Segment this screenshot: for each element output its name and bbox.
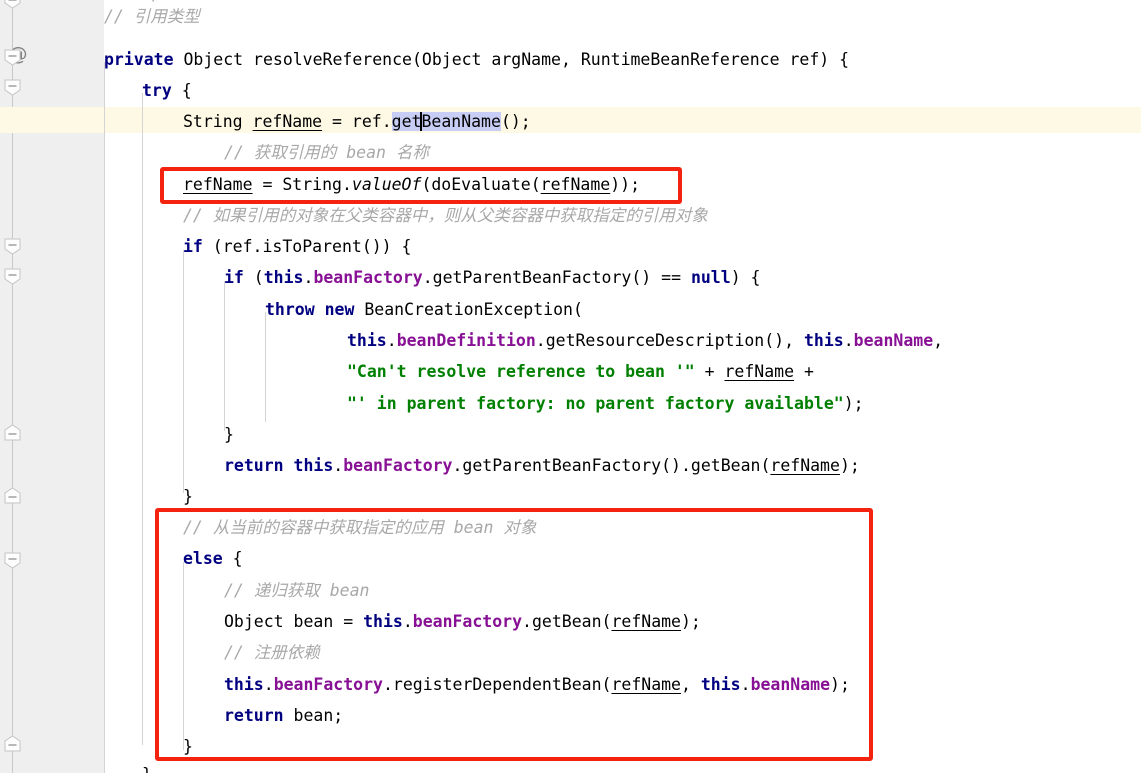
code-line-comment[interactable]: // 注册依赖 <box>224 640 320 666</box>
indent-guide <box>142 93 143 745</box>
fold-marker-end[interactable] <box>4 487 21 504</box>
code-line-if-toparent[interactable]: if (ref.isToParent()) { <box>183 234 412 260</box>
fold-marker-start[interactable] <box>4 238 21 255</box>
fold-marker-end[interactable] <box>4 735 21 752</box>
code-text-area[interactable]: */ // 引用类型 private Object resolveReferen… <box>104 0 1141 773</box>
code-line-comment[interactable]: // 从当前的容器中获取指定的应用 bean 对象 <box>183 515 536 541</box>
fold-marker-start[interactable] <box>4 0 21 9</box>
code-line-get-bean[interactable]: Object bean = this.beanFactory.getBean(r… <box>224 609 701 635</box>
code-line-comment[interactable]: // 引用类型 <box>104 4 200 30</box>
indent-guide <box>183 562 184 750</box>
code-line-close-brace[interactable]: } <box>183 484 193 510</box>
code-line-throw[interactable]: throw new BeanCreationException( <box>265 297 583 323</box>
code-line-exception-string-2[interactable]: "' in parent factory: no parent factory … <box>347 391 864 417</box>
indent-guide <box>104 62 105 773</box>
indent-guide <box>265 312 266 422</box>
code-line-exception-string-1[interactable]: "Can't resolve reference to bean '" + re… <box>347 359 814 385</box>
code-line-try[interactable]: try { <box>142 78 192 104</box>
code-line-close-brace-partial[interactable]: } <box>142 762 152 773</box>
code-line-return-bean[interactable]: return bean; <box>224 703 343 729</box>
code-line-close-brace[interactable]: } <box>224 422 234 448</box>
fold-marker-end[interactable] <box>4 424 21 441</box>
code-line-close-brace[interactable]: } <box>183 734 193 760</box>
code-line-comment[interactable]: // 递归获取 bean <box>224 578 369 604</box>
indent-guide <box>183 250 184 493</box>
code-line-refname-assign[interactable]: refName = String.valueOf(doEvaluate(refN… <box>183 172 640 198</box>
fold-marker-start[interactable] <box>4 552 21 569</box>
code-line-comment[interactable]: // 获取引用的 bean 名称 <box>224 140 429 166</box>
code-line-comment[interactable]: // 如果引用的对象在父类容器中，则从父类容器中获取指定的引用对象 <box>183 203 708 229</box>
code-line-else[interactable]: else { <box>183 546 243 572</box>
code-line-exception-args[interactable]: this.beanDefinition.getResourceDescripti… <box>347 328 943 354</box>
fold-marker-start[interactable] <box>4 49 21 66</box>
code-line-if-null-parent[interactable]: if (this.beanFactory.getParentBeanFactor… <box>224 265 761 291</box>
fold-marker-start[interactable] <box>4 79 21 96</box>
code-editor[interactable]: @ <box>0 0 1141 773</box>
code-line-return-parent-bean[interactable]: return this.beanFactory.getParentBeanFac… <box>224 453 860 479</box>
indent-guide <box>224 281 225 431</box>
code-line-refname-decl[interactable]: String refName = ref.getBeanName(); <box>183 109 531 135</box>
code-line-register-dependent[interactable]: this.beanFactory.registerDependentBean(r… <box>224 672 850 698</box>
fold-marker-start[interactable] <box>4 268 21 285</box>
code-line-method-signature[interactable]: private Object resolveReference(Object a… <box>104 47 849 73</box>
caret-row-gutter-highlight <box>0 107 104 133</box>
